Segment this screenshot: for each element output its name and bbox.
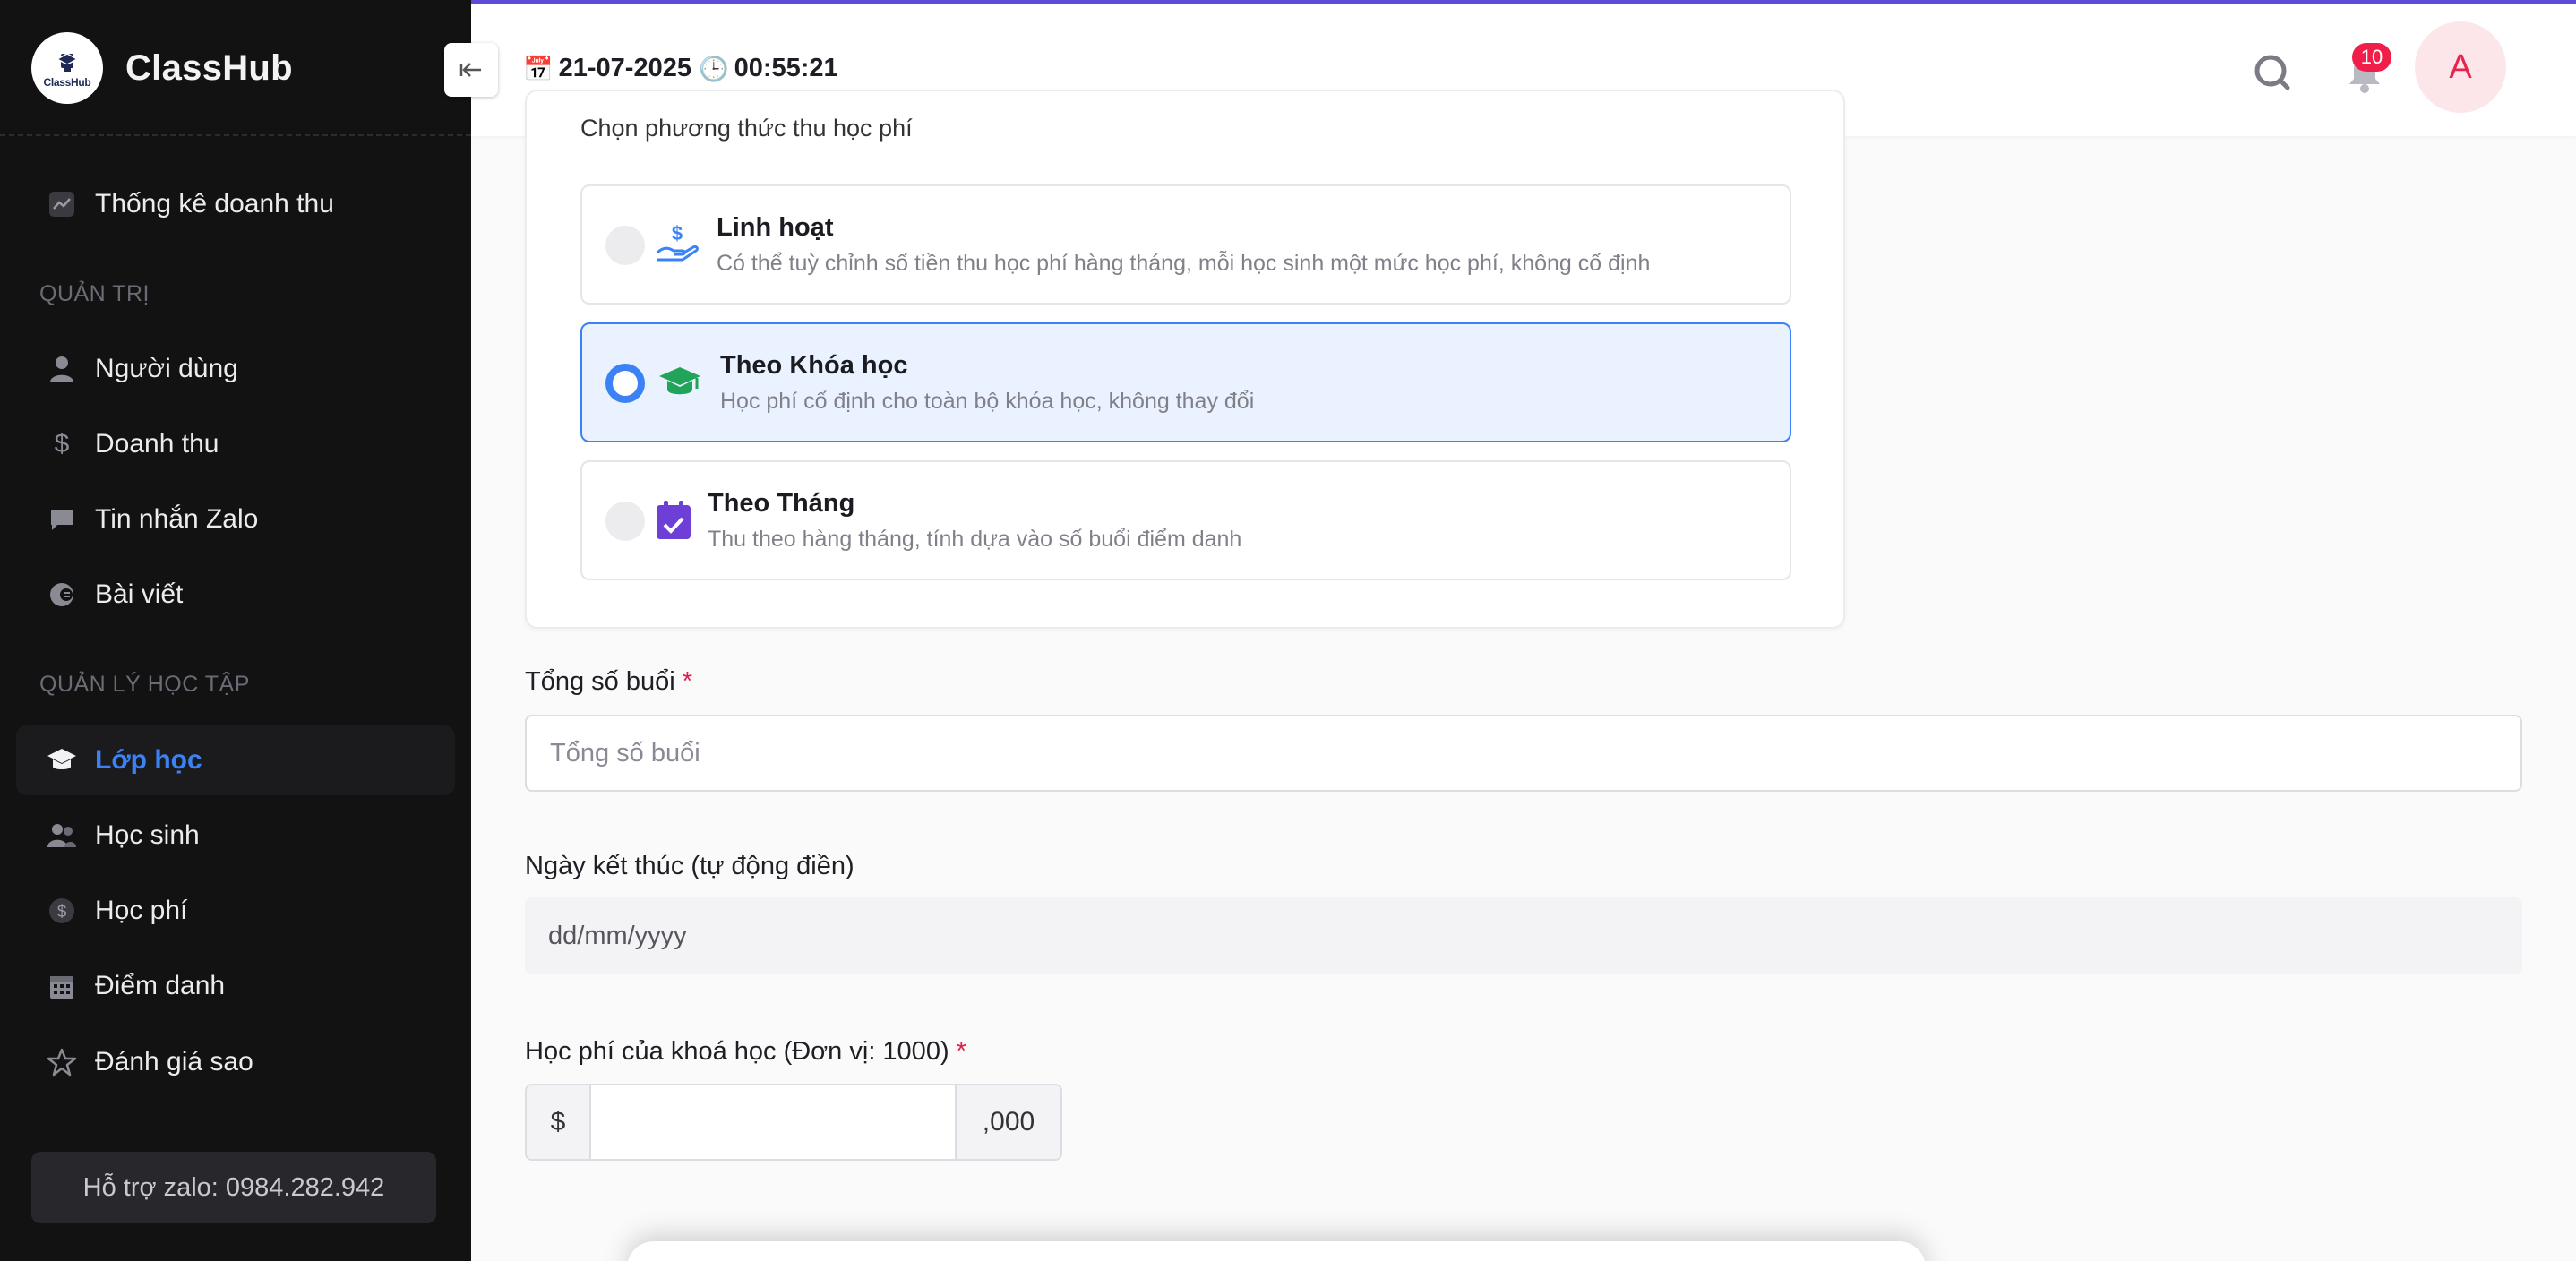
- app-logo[interactable]: ClassHub: [31, 32, 103, 104]
- calendar-check-icon: [657, 501, 691, 539]
- fee-option-description: Có thể tuỳ chỉnh số tiền thu học phí hàn…: [717, 251, 1651, 276]
- sidebar-item-articles[interactable]: Bài viết: [16, 560, 455, 630]
- calendar-emoji-icon: 📅: [523, 55, 554, 82]
- course-fee-group: $ ,000: [525, 1084, 1062, 1161]
- sidebar-item-star-rating[interactable]: Đánh giá sao: [16, 1027, 455, 1097]
- sidebar-item-classes[interactable]: Lớp học: [16, 725, 455, 795]
- message-icon: [47, 504, 77, 535]
- fee-method-caption: Chọn phương thức thu học phí: [580, 115, 913, 142]
- sessions-label: Tổng số buổi *: [525, 667, 692, 697]
- end-date-label: Ngày kết thúc (tự động điền): [525, 852, 854, 880]
- clock-emoji-icon: 🕒: [698, 55, 729, 82]
- sidebar-item-label: Người dùng: [95, 354, 238, 383]
- sidebar-item-label: Điểm danh: [95, 971, 226, 1000]
- app-name: ClassHub: [125, 48, 293, 88]
- fee-option-description: Học phí cố định cho toàn bộ khóa học, kh…: [720, 389, 1255, 414]
- user-icon: [47, 354, 77, 384]
- required-mark: *: [682, 667, 693, 696]
- fee-option-description: Thu theo hàng tháng, tính dựa vào số buổ…: [708, 527, 1242, 552]
- total-sessions-input[interactable]: [525, 715, 2522, 792]
- sidebar-item-label: Đánh giá sao: [95, 1047, 253, 1077]
- svg-text:$: $: [57, 903, 67, 922]
- sidebar-item-label: Thống kê doanh thu: [95, 189, 334, 219]
- sidebar-item-revenue[interactable]: $ Doanh thu: [16, 409, 455, 479]
- hand-dollar-icon: $: [656, 222, 699, 262]
- article-icon: [47, 579, 77, 610]
- sidebar-item-attendance[interactable]: Điểm danh: [16, 951, 455, 1021]
- currency-prefix: $: [527, 1085, 591, 1159]
- sidebar-item-users[interactable]: Người dùng: [16, 334, 455, 404]
- fee-option-flexible[interactable]: $ Linh hoạt Có thể tuỳ chỉnh số tiền thu…: [580, 184, 1791, 305]
- sidebar-item-label: Lớp học: [95, 745, 202, 775]
- coin-icon: $: [47, 896, 77, 926]
- fee-option-title: Theo Tháng: [708, 489, 855, 518]
- sidebar-item-label: Doanh thu: [95, 429, 219, 459]
- current-time: 00:55:21: [734, 54, 838, 82]
- graduation-cap-icon: [659, 367, 700, 395]
- section-title-admin: QUẢN TRỊ: [39, 281, 150, 306]
- logo-text: ClassHub: [43, 75, 91, 89]
- fee-option-monthly[interactable]: Theo Tháng Thu theo hàng tháng, tính dựa…: [580, 460, 1791, 580]
- sidebar-item-label: Tin nhắn Zalo: [95, 504, 259, 534]
- users-icon: [47, 820, 77, 851]
- graduation-cap-icon: [47, 745, 77, 776]
- fee-option-title: Theo Khóa học: [720, 351, 908, 380]
- logo-cap-icon: [56, 52, 79, 72]
- datetime-display: 📅 21-07-2025 🕒 00:55:21: [523, 54, 838, 83]
- star-icon: [47, 1047, 77, 1077]
- avatar[interactable]: A: [2415, 21, 2506, 113]
- svg-text:$: $: [672, 222, 683, 244]
- radio-button[interactable]: [605, 226, 645, 265]
- fee-option-course[interactable]: Theo Khóa học Học phí cố định cho toàn b…: [580, 322, 1791, 442]
- dollar-icon: $: [54, 429, 70, 459]
- sidebar-item-label: Bài viết: [95, 579, 184, 609]
- brand: ClassHub ClassHub: [0, 0, 471, 136]
- end-date-field: dd/mm/yyyy: [525, 897, 2522, 974]
- thousands-suffix: ,000: [955, 1085, 1060, 1159]
- fee-method-card: Chọn phương thức thu học phí $ Linh hoạt…: [525, 90, 1845, 629]
- sidebar-item-revenue-stats[interactable]: Thống kê doanh thu: [16, 169, 455, 239]
- required-mark: *: [956, 1037, 966, 1066]
- arrow-left-icon: [459, 63, 481, 77]
- radio-button[interactable]: [605, 502, 645, 541]
- zalo-support-button[interactable]: Hỗ trợ zalo: 0984.282.942: [31, 1152, 436, 1223]
- sidebar-item-label: Học sinh: [95, 820, 200, 850]
- course-fee-label-text: Học phí của khoá học (Đơn vị: 1000): [525, 1037, 949, 1066]
- search-icon[interactable]: [2252, 52, 2291, 91]
- radio-button-selected[interactable]: [605, 364, 645, 403]
- sidebar-item-tuition[interactable]: $ Học phí: [16, 876, 455, 946]
- section-title-learning: QUẢN LÝ HỌC TẬP: [39, 672, 250, 697]
- collapse-sidebar-button[interactable]: [444, 43, 498, 97]
- fee-option-title: Linh hoạt: [717, 213, 834, 242]
- bottom-panel-edge: [627, 1241, 1926, 1261]
- sidebar: ClassHub ClassHub Thống kê doanh thu QUẢ…: [0, 0, 471, 1261]
- sessions-label-text: Tổng số buổi: [525, 667, 675, 696]
- calendar-icon: [47, 971, 77, 1001]
- course-fee-label: Học phí của khoá học (Đơn vị: 1000) *: [525, 1037, 966, 1067]
- current-date: 21-07-2025: [558, 54, 691, 82]
- chart-icon: [47, 189, 77, 219]
- sidebar-item-label: Học phí: [95, 896, 188, 925]
- course-fee-input[interactable]: [591, 1085, 955, 1159]
- sidebar-item-students[interactable]: Học sinh: [16, 801, 455, 871]
- sidebar-item-zalo-messages[interactable]: Tin nhắn Zalo: [16, 485, 455, 554]
- notification-badge: 10: [2352, 43, 2391, 72]
